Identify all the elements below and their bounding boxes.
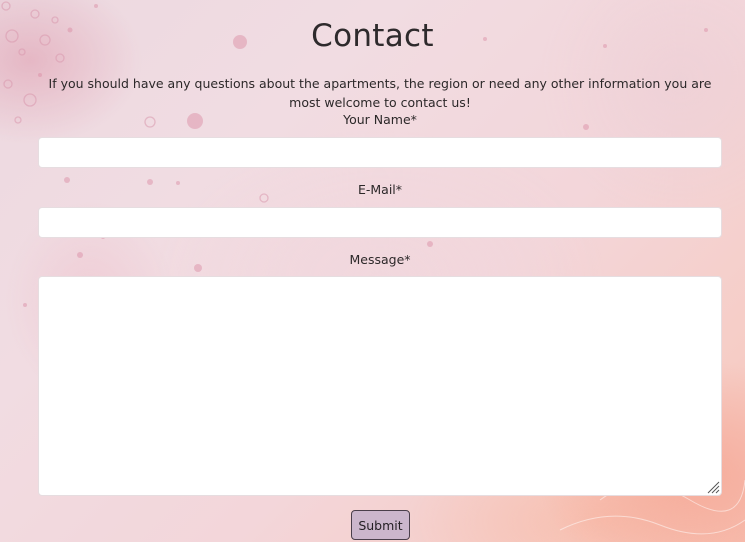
email-input[interactable] <box>38 207 722 238</box>
name-label: Your Name* <box>343 112 417 127</box>
resize-handle-icon[interactable] <box>706 480 720 494</box>
intro-text: If you should have any questions about t… <box>48 75 712 110</box>
submit-button[interactable]: Submit <box>351 510 410 540</box>
email-label: E-Mail* <box>357 182 403 197</box>
name-input[interactable] <box>38 137 722 168</box>
page-title: Contact <box>311 17 434 54</box>
message-label: Message* <box>349 252 411 267</box>
message-textarea[interactable] <box>38 276 722 496</box>
